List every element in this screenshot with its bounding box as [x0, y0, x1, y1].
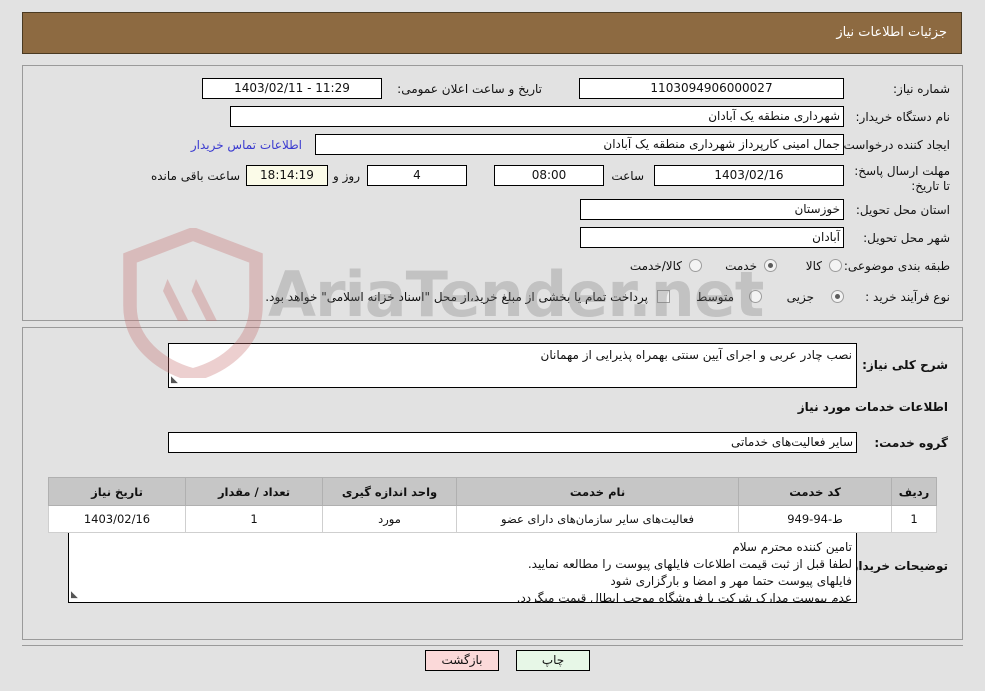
need-number-label: شماره نیاز:	[893, 82, 950, 96]
radio-process-motevaset-label: متوسط	[696, 290, 734, 304]
buyer-org-label: نام دستگاه خریدار:	[855, 110, 951, 124]
deadline-hour-value: 08:00	[494, 165, 604, 186]
print-button[interactable]: چاپ	[516, 650, 590, 671]
service-group-label: گروه خدمت:	[874, 436, 948, 450]
deadline-date-value: 1403/02/16	[654, 165, 844, 186]
general-need-label: شرح کلی نیاز:	[862, 358, 948, 372]
resize-grip-icon[interactable]: ◢	[71, 590, 81, 601]
radio-process-motevaset[interactable]	[749, 290, 762, 303]
radio-process-jozei[interactable]	[831, 290, 844, 303]
city-label: شهر محل تحویل:	[863, 231, 950, 245]
footer-divider	[22, 645, 963, 646]
public-announce-label: تاریخ و ساعت اعلان عمومی:	[397, 82, 542, 96]
th-quantity: تعداد / مقدار	[185, 477, 323, 506]
page-root: جزئیات اطلاعات نیاز شماره نیاز: 11030949…	[0, 0, 985, 691]
back-button[interactable]: بازگشت	[425, 650, 499, 671]
process-label: نوع فرآیند خرید :	[865, 290, 950, 304]
th-need-date: تاریخ نیاز	[48, 477, 186, 506]
th-index: ردیف	[891, 477, 937, 506]
page-header-bar: جزئیات اطلاعات نیاز	[22, 12, 962, 54]
need-number-value: 1103094906000027	[579, 78, 844, 99]
buyer-notes-label: توضیحات خریدار:	[846, 559, 948, 573]
general-need-value: نصب چادر عربی و اجرای آیین سنتی بهمراه پ…	[540, 348, 852, 362]
remaining-days-label: روز و	[333, 169, 360, 183]
city-value: آبادان	[580, 227, 844, 248]
cell-service-code: ط-94-949	[738, 505, 892, 533]
cell-need-date: 1403/02/16	[48, 505, 186, 533]
table-header-row: ردیف کد خدمت نام خدمت واحد اندازه گیری ت…	[48, 477, 937, 506]
creator-value: جمال امینی کارپرداز شهرداری منطقه یک آبا…	[315, 134, 844, 155]
buyer-org-value: شهرداری منطقه یک آبادان	[230, 106, 844, 127]
radio-category-khedmat[interactable]	[764, 259, 777, 272]
cell-index: 1	[891, 505, 937, 533]
radio-category-kala-khedmat-label: کالا/خدمت	[629, 259, 682, 273]
th-service-code: کد خدمت	[738, 477, 892, 506]
need-info-panel: شماره نیاز: 1103094906000027 تاریخ و ساع…	[22, 65, 963, 321]
radio-category-kala[interactable]	[829, 259, 842, 272]
buyer-notes-value: تامین کننده محترم سلام لطفا قبل از ثبت ق…	[516, 540, 852, 603]
remaining-days-value: 4	[367, 165, 467, 186]
countdown-timer-value: 18:14:19	[246, 165, 328, 186]
public-announce-value: 11:29 - 1403/02/11	[202, 78, 382, 99]
th-service-name: نام خدمت	[456, 477, 739, 506]
services-section-title: اطلاعات خدمات مورد نیاز	[797, 400, 948, 414]
countdown-timer-label: ساعت باقی مانده	[150, 169, 240, 183]
radio-category-kala-label: کالا	[805, 259, 822, 273]
table-row: 1 ط-94-949 فعالیت‌های سایر سازمان‌های دا…	[48, 505, 937, 533]
creator-label: ایجاد کننده درخواست:	[839, 138, 950, 152]
radio-category-kala-khedmat[interactable]	[689, 259, 702, 272]
deadline-label: مهلت ارسال پاسخ: تا تاریخ:	[854, 164, 950, 193]
treasury-docs-checkbox[interactable]	[657, 290, 670, 303]
general-need-textarea[interactable]: نصب چادر عربی و اجرای آیین سنتی بهمراه پ…	[168, 343, 857, 388]
deadline-hour-label: ساعت	[611, 169, 644, 183]
province-value: خوزستان	[580, 199, 844, 220]
page-title: جزئیات اطلاعات نیاز	[836, 25, 947, 40]
category-label: طبقه بندی موضوعی:	[843, 259, 950, 273]
services-table: ردیف کد خدمت نام خدمت واحد اندازه گیری ت…	[48, 477, 937, 533]
radio-process-jozei-label: جزیی	[786, 290, 814, 304]
province-label: استان محل تحویل:	[855, 203, 950, 217]
service-group-value: سایر فعالیت‌های خدماتی	[168, 432, 857, 453]
resize-grip-icon[interactable]: ◢	[171, 375, 181, 386]
th-unit: واحد اندازه گیری	[322, 477, 457, 506]
cell-unit: مورد	[322, 505, 457, 533]
radio-category-khedmat-label: خدمت	[725, 259, 757, 273]
buyer-contact-link[interactable]: اطلاعات تماس خریدار	[191, 138, 302, 152]
cell-quantity: 1	[185, 505, 323, 533]
cell-service-name: فعالیت‌های سایر سازمان‌های دارای عضو	[456, 505, 739, 533]
treasury-docs-label: پرداخت تمام یا بخشی از مبلغ خرید،از محل …	[265, 290, 648, 304]
